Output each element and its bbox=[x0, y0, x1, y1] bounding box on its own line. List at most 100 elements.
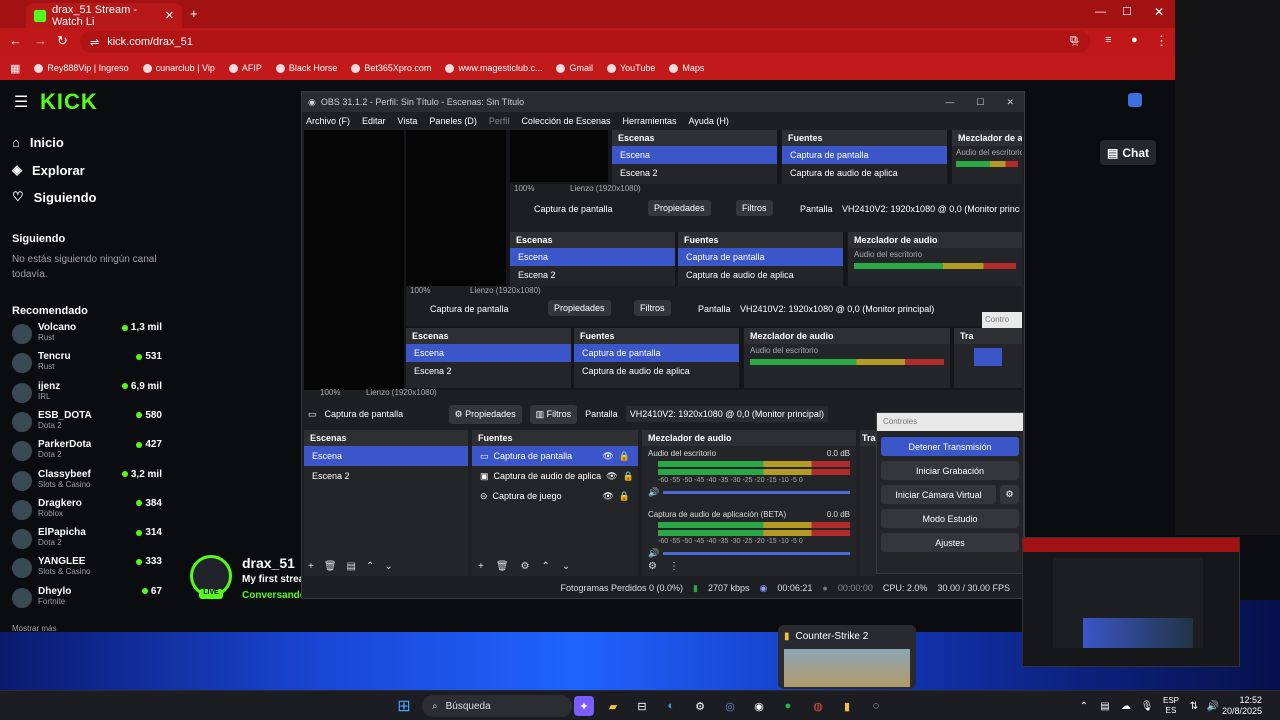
speaker-icon[interactable]: 🔊 bbox=[648, 548, 659, 559]
add-icon[interactable]: + bbox=[308, 561, 314, 572]
volume-slider[interactable] bbox=[663, 491, 850, 494]
lock-icon[interactable]: 🔒 bbox=[619, 451, 630, 461]
recommended-channel[interactable]: Classybeef Slots & Casino 3,2 mil bbox=[12, 469, 162, 498]
source-item[interactable]: ▭ Captura de pantalla 👁 🔒 bbox=[472, 446, 638, 466]
obs-app-icon[interactable]: ◉ bbox=[749, 696, 769, 716]
user-avatar[interactable] bbox=[1128, 93, 1142, 107]
steam-icon[interactable]: ⚙ bbox=[690, 696, 710, 716]
scene-item[interactable]: Escena bbox=[304, 446, 468, 466]
start-recording-button[interactable]: Iniciar Grabación bbox=[881, 461, 1019, 480]
tray-chevron-icon[interactable]: ⌃ bbox=[1074, 696, 1094, 716]
bookmark[interactable]: Maps bbox=[669, 63, 704, 73]
tray-app-icon[interactable]: ▤ bbox=[1095, 696, 1115, 716]
menu-scene-collection[interactable]: Colección de Escenas bbox=[521, 116, 610, 126]
volume-icon[interactable]: 🔊 bbox=[1203, 696, 1223, 716]
nav-home[interactable]: ⌂ Inicio bbox=[12, 135, 64, 150]
studio-mode-button[interactable]: Modo Estudio bbox=[881, 509, 1019, 528]
menu-edit[interactable]: Editar bbox=[362, 116, 386, 126]
volume-slider[interactable] bbox=[663, 552, 850, 555]
obs-taskbar-icon[interactable]: ⊟ bbox=[632, 696, 652, 716]
recommended-channel[interactable]: Tencru Rust 531 bbox=[12, 351, 162, 380]
recommended-channel[interactable]: ElPapicha Dota 2 314 bbox=[12, 527, 162, 556]
forward-icon[interactable]: → bbox=[34, 33, 47, 48]
down-icon[interactable]: ⌄ bbox=[384, 561, 392, 572]
eye-icon[interactable]: 👁 bbox=[602, 491, 613, 501]
bookmark[interactable]: YouTube bbox=[606, 63, 655, 73]
extensions-icon[interactable]: ⧉ bbox=[1070, 34, 1078, 47]
bookmark[interactable]: AFIP bbox=[228, 63, 262, 73]
source-item[interactable]: ⊝ Captura de juego 👁 🔒 bbox=[472, 486, 638, 506]
lock-icon[interactable]: 🔒 bbox=[623, 471, 634, 481]
up-icon[interactable]: ⌃ bbox=[542, 561, 550, 572]
start-icon[interactable]: ⊞ bbox=[394, 696, 414, 716]
preview-thumbnail[interactable] bbox=[1022, 537, 1240, 667]
eye-icon[interactable]: 👁 bbox=[606, 471, 617, 481]
obs-preview[interactable]: Escenas Escena Escena 2 Fuentes Captura … bbox=[304, 130, 1022, 390]
new-tab-icon[interactable]: + bbox=[190, 6, 198, 21]
recommended-channel[interactable]: YANGLEE Slots & Casino 333 bbox=[12, 556, 162, 585]
filters-button[interactable]: ▥ Filtros bbox=[529, 404, 578, 424]
network-icon[interactable]: ⇅ bbox=[1184, 696, 1204, 716]
bookmark[interactable]: Gmail bbox=[556, 63, 593, 73]
streamer-name[interactable]: drax_51 bbox=[242, 555, 295, 571]
speaker-icon[interactable]: 🔊 bbox=[648, 487, 659, 498]
browser-tab[interactable]: drax_51 Stream - Watch Li ✕ bbox=[26, 3, 182, 28]
clock[interactable]: 12:52 20/8/2025 bbox=[1222, 695, 1262, 717]
cloud-icon[interactable]: ☁ bbox=[1116, 696, 1136, 716]
close-tab-icon[interactable]: ✕ bbox=[165, 9, 174, 22]
delete-icon[interactable]: 🗑 bbox=[324, 561, 337, 572]
minimize-icon[interactable]: — bbox=[1095, 6, 1106, 18]
discord-icon[interactable]: ◎ bbox=[720, 696, 740, 716]
mixer-menu-icon[interactable]: ⋮ bbox=[669, 561, 679, 572]
cs2-taskbar-icon[interactable]: ▮ bbox=[837, 696, 857, 716]
recommended-channel[interactable]: Dragkero Roblox 384 bbox=[12, 498, 162, 527]
spotify-icon[interactable]: ● bbox=[778, 696, 798, 716]
menu-tools[interactable]: Herramientas bbox=[623, 116, 677, 126]
nav-following[interactable]: ♡ Siguiendo bbox=[12, 189, 97, 205]
up-icon[interactable]: ⌃ bbox=[366, 561, 374, 572]
display-select[interactable]: VH2410V2: 1920x1080 @ 0,0 (Monitor princ… bbox=[625, 406, 828, 422]
reload-icon[interactable]: ↻ bbox=[57, 33, 68, 49]
scene-item[interactable]: Escena 2 bbox=[304, 466, 468, 486]
menu-view[interactable]: Vista bbox=[398, 116, 418, 126]
menu-file[interactable]: Archivo (F) bbox=[306, 116, 350, 126]
properties-button[interactable]: ⚙ Propiedades bbox=[448, 404, 522, 424]
menu-docks[interactable]: Paneles (D) bbox=[429, 116, 477, 126]
chrome-icon[interactable]: ◍ bbox=[808, 696, 828, 716]
eye-icon[interactable]: 👁 bbox=[602, 451, 613, 461]
hamburger-icon[interactable]: ☰ bbox=[14, 92, 28, 112]
mixer-settings-icon[interactable]: ⚙ bbox=[648, 561, 657, 572]
obs-maximize-icon[interactable]: ☐ bbox=[976, 97, 984, 108]
down-icon[interactable]: ⌄ bbox=[562, 561, 570, 572]
chat-toggle-button[interactable]: ▤ Chat bbox=[1100, 140, 1156, 165]
apps-icon[interactable]: ▦ bbox=[10, 62, 20, 75]
virtual-camera-settings-icon[interactable]: ⚙ bbox=[1000, 485, 1019, 504]
tab-search-icon[interactable]: ≡ bbox=[1105, 34, 1111, 46]
taskbar-preview[interactable]: ▮ Counter-Strike 2 bbox=[778, 625, 916, 689]
copilot-icon[interactable]: ✦ bbox=[574, 696, 594, 716]
lock-icon[interactable]: 🔒 bbox=[619, 491, 630, 501]
microphone-icon[interactable]: 🎙 bbox=[1137, 696, 1157, 716]
obs-close-icon[interactable]: ✕ bbox=[1006, 97, 1014, 108]
show-more-link[interactable]: Mostrar más bbox=[12, 624, 56, 633]
menu-icon[interactable]: ⋮ bbox=[1155, 33, 1168, 49]
language-indicator[interactable]: ESP ES bbox=[1163, 696, 1179, 716]
recommended-channel[interactable]: ParkerDota Dota 2 427 bbox=[12, 439, 162, 468]
add-icon[interactable]: + bbox=[478, 561, 484, 572]
settings-button[interactable]: Ajustes bbox=[881, 533, 1019, 552]
menu-help[interactable]: Ayuda (H) bbox=[689, 116, 729, 126]
bookmark[interactable]: Bet365Xpro.com bbox=[351, 63, 431, 73]
app-icon[interactable]: ◌ bbox=[866, 696, 886, 716]
gear-icon[interactable]: ⚙ bbox=[521, 561, 530, 572]
stream-category[interactable]: Conversando bbox=[242, 590, 306, 601]
source-item[interactable]: ▣ Captura de audio de aplica 👁 🔒 bbox=[472, 466, 638, 486]
maximize-icon[interactable]: ☐ bbox=[1122, 5, 1132, 18]
bookmark[interactable]: Black Horse bbox=[275, 63, 337, 73]
nav-explore[interactable]: ◈ Explorar bbox=[12, 162, 85, 178]
back-icon[interactable]: ← bbox=[9, 33, 22, 48]
virtual-camera-button[interactable]: Iniciar Cámara Virtual bbox=[881, 485, 996, 504]
bookmark[interactable]: Rey888Vip | Ingreso bbox=[34, 63, 129, 73]
menu-profile[interactable]: Perfil bbox=[489, 116, 510, 126]
delete-icon[interactable]: 🗑 bbox=[496, 561, 509, 572]
taskbar-search[interactable]: ⌕ Búsqueda bbox=[422, 695, 572, 717]
